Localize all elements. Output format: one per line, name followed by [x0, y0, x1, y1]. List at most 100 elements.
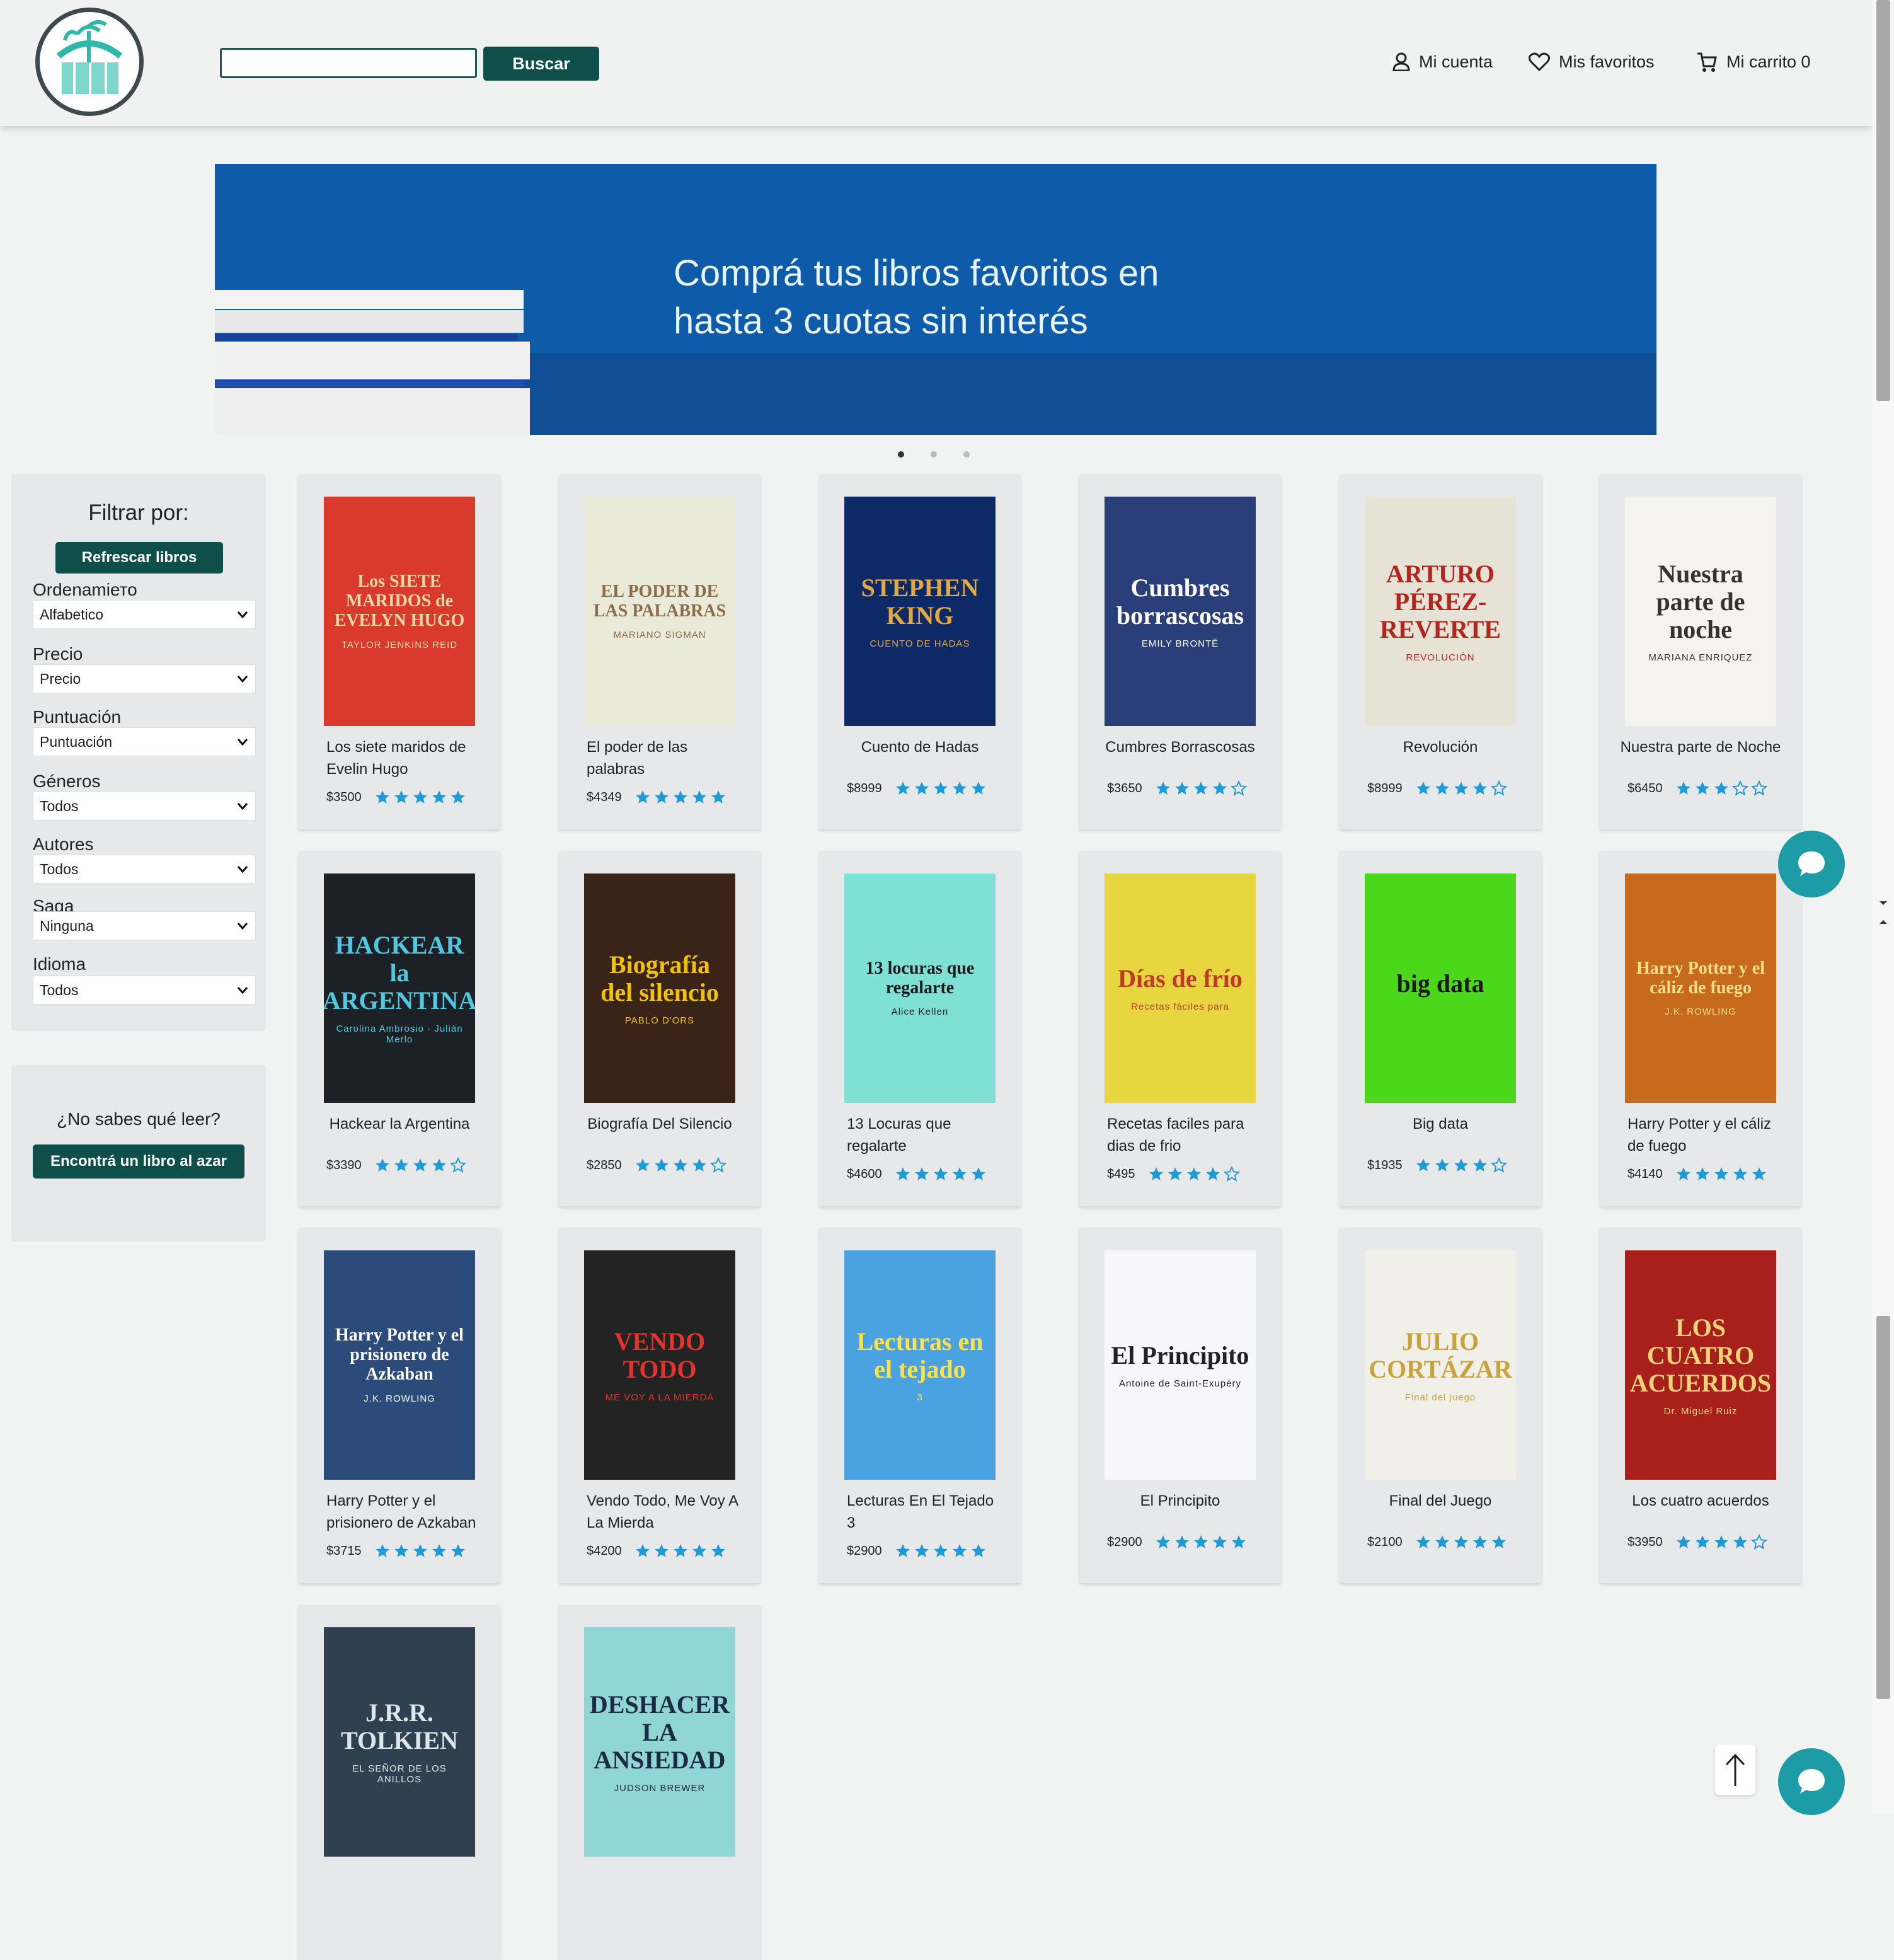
star-filled-icon: [1733, 1535, 1747, 1548]
book-cover[interactable]: Los SIETE MARIDOS de EVELYN HUGO TAYLOR J…: [324, 497, 475, 726]
rating-select[interactable]: Puntuación: [33, 727, 256, 756]
book-title[interactable]: Recetas faciles para dias de frio: [1107, 1113, 1265, 1157]
book-cover[interactable]: big data: [1365, 873, 1516, 1103]
star-filled-icon: [1435, 1158, 1449, 1172]
language-select[interactable]: Todos: [33, 976, 256, 1005]
search-button[interactable]: Buscar: [483, 47, 599, 81]
book-cover[interactable]: Harry Potter y el cáliz de fuego J.K. ROW…: [1625, 873, 1776, 1103]
book-card[interactable]: JULIO CORTÁZAR Final del juego Final del J…: [1340, 1228, 1541, 1583]
book-cover[interactable]: VENDO TODO ME VOY A LA MIERDA: [584, 1250, 735, 1480]
book-title[interactable]: Los cuatro acuerdos: [1612, 1490, 1789, 1512]
book-cover[interactable]: Lecturas en el tejado 3: [844, 1250, 996, 1480]
book-card[interactable]: VENDO TODO ME VOY A LA MIERDA Vendo Todo, …: [559, 1228, 760, 1583]
book-title[interactable]: Harry Potter y el cáliz de fuego: [1627, 1113, 1785, 1157]
star-filled-icon: [1454, 1158, 1468, 1172]
sort-select[interactable]: Alfabetico: [33, 600, 256, 629]
book-cover[interactable]: Harry Potter y el prisionero de Azkaban J…: [324, 1250, 475, 1480]
book-cover[interactable]: EL PODER DE LAS PALABRAS MARIANO SIGMAN: [584, 497, 735, 726]
book-title[interactable]: Revolución: [1352, 736, 1529, 758]
account-link[interactable]: Mi cuenta: [1392, 44, 1493, 79]
book-card[interactable]: Biografía del silencio PABLO D'ORS Biograf…: [559, 851, 760, 1206]
book-card[interactable]: El Principito Antoine de Saint-Exupéry El …: [1079, 1228, 1281, 1583]
book-title[interactable]: Biografía Del Silencio: [571, 1113, 748, 1135]
cover-title: ARTURO PÉREZ-REVERTE: [1380, 559, 1501, 643]
authors-select[interactable]: Todos: [33, 855, 256, 884]
search-input[interactable]: [220, 48, 477, 78]
book-meta: $4200: [587, 1543, 726, 1559]
book-cover[interactable]: J.R.R. TOLKIEN EL SEÑOR DE LOS ANILLOS: [324, 1627, 475, 1857]
book-title[interactable]: 13 Locuras que regalarte: [847, 1113, 1004, 1157]
book-cover[interactable]: Cumbres borrascosas EMILY BRONTË: [1105, 497, 1256, 726]
star-filled-icon: [933, 1167, 948, 1180]
star-filled-icon: [914, 1544, 929, 1557]
scrollbar-thumb[interactable]: [1876, 1316, 1890, 1699]
book-title[interactable]: Harry Potter y el prisionero de Azkaban: [326, 1490, 484, 1534]
book-title[interactable]: Los siete maridos de Evelin Hugo: [326, 736, 484, 780]
book-price: $4200: [587, 1543, 622, 1558]
price-select[interactable]: Precio: [33, 664, 256, 693]
book-card[interactable]: Nuestra parte de noche MARIANA ENRIQUEZ Nu…: [1600, 474, 1801, 829]
book-card[interactable]: Días de frío Recetas fáciles para Recetas …: [1079, 851, 1281, 1206]
book-title[interactable]: Big data: [1352, 1113, 1529, 1135]
book-title[interactable]: Cuento de Hadas: [832, 736, 1008, 758]
carousel-dot[interactable]: [898, 451, 904, 458]
book-cover[interactable]: HACKEAR la ARGENTINA Carolina Ambrosio · …: [324, 873, 475, 1103]
page-scrollbar[interactable]: [1873, 0, 1894, 1813]
chat-button[interactable]: [1778, 1748, 1845, 1815]
book-card[interactable]: Cumbres borrascosas EMILY BRONTË Cumbres B…: [1079, 474, 1281, 829]
book-card[interactable]: HACKEAR la ARGENTINA Carolina Ambrosio · …: [299, 851, 500, 1206]
saga-select[interactable]: Ninguna: [33, 911, 256, 940]
book-title[interactable]: El Principito: [1092, 1490, 1268, 1512]
refresh-books-button[interactable]: Refrescar libros: [55, 542, 223, 574]
book-title[interactable]: Cumbres Borrascosas: [1092, 736, 1268, 758]
book-card[interactable]: big data Big data $1935: [1340, 851, 1541, 1206]
star-filled-icon: [635, 1544, 650, 1557]
book-title[interactable]: Nuestra parte de Noche: [1612, 736, 1789, 758]
book-card[interactable]: Lecturas en el tejado 3 Lecturas En El Tej…: [819, 1228, 1021, 1583]
book-card[interactable]: J.R.R. TOLKIEN EL SEÑOR DE LOS ANILLOS: [299, 1605, 500, 1960]
book-cover[interactable]: El Principito Antoine de Saint-Exupéry: [1105, 1250, 1256, 1480]
chat-button[interactable]: [1778, 831, 1845, 897]
book-card[interactable]: EL PODER DE LAS PALABRAS MARIANO SIGMAN El…: [559, 474, 760, 829]
book-card[interactable]: Harry Potter y el prisionero de Azkaban J…: [299, 1228, 500, 1583]
book-card[interactable]: 13 locuras que regalarte Alice Kellen 13 L…: [819, 851, 1021, 1206]
book-card[interactable]: Los SIETE MARIDOS de EVELYN HUGO TAYLOR J…: [299, 474, 500, 829]
book-cover[interactable]: Nuestra parte de noche MARIANA ENRIQUEZ: [1625, 497, 1776, 726]
book-card[interactable]: STEPHEN KING CUENTO DE HADAS Cuento de Had…: [819, 474, 1021, 829]
genres-label: Géneros: [33, 771, 101, 791]
sort-label: Ordenamiето: [33, 580, 137, 599]
scrollbar-thumb[interactable]: [1876, 0, 1890, 401]
promo-banner[interactable]: Comprá tus libros favoritos en hasta 3 c…: [215, 164, 1656, 435]
carousel-dot[interactable]: [931, 451, 937, 458]
star-filled-icon: [1472, 1535, 1487, 1548]
store-logo[interactable]: [35, 8, 144, 116]
book-card[interactable]: ARTURO PÉREZ-REVERTE REVOLUCIÓN Revolución…: [1340, 474, 1541, 829]
scroll-top-button[interactable]: [1715, 1744, 1755, 1795]
cover-title: Los SIETE MARIDOS de EVELYN HUGO: [334, 572, 465, 630]
book-cover[interactable]: ARTURO PÉREZ-REVERTE REVOLUCIÓN: [1365, 497, 1516, 726]
book-card[interactable]: Harry Potter y el cáliz de fuego J.K. ROW…: [1600, 851, 1801, 1206]
book-title[interactable]: Lecturas En El Tejado 3: [847, 1490, 1004, 1534]
chevron-down-icon: [237, 676, 248, 683]
book-cover[interactable]: Días de frío Recetas fáciles para: [1105, 873, 1256, 1103]
book-card[interactable]: DESHACER LA ANSIEDAD JUDSON BREWER: [559, 1605, 760, 1960]
cover-author: JUDSON BREWER: [614, 1782, 706, 1794]
book-card[interactable]: LOS CUATRO ACUERDOS Dr. Miguel Ruiz Los cu…: [1600, 1228, 1801, 1583]
book-cover[interactable]: DESHACER LA ANSIEDAD JUDSON BREWER: [584, 1627, 735, 1857]
random-book-button[interactable]: Encontrá un libro al azar: [33, 1144, 244, 1179]
book-cover[interactable]: STEPHEN KING CUENTO DE HADAS: [844, 497, 996, 726]
book-meta: $3650: [1107, 780, 1247, 797]
book-cover[interactable]: JULIO CORTÁZAR Final del juego: [1365, 1250, 1516, 1480]
book-cover[interactable]: 13 locuras que regalarte Alice Kellen: [844, 873, 996, 1103]
carousel-dot[interactable]: [963, 451, 970, 458]
book-title[interactable]: El poder de las palabras: [587, 736, 744, 780]
book-title[interactable]: Vendo Todo, Me Voy A La Mierda: [587, 1490, 744, 1534]
genres-select[interactable]: Todos: [33, 792, 256, 821]
book-cover[interactable]: LOS CUATRO ACUERDOS Dr. Miguel Ruiz: [1625, 1250, 1776, 1480]
cart-link[interactable]: Mi carrito 0: [1696, 44, 1811, 79]
book-title[interactable]: Final del Juego: [1352, 1490, 1529, 1512]
favorites-link[interactable]: Mis favoritos: [1529, 44, 1655, 79]
book-title[interactable]: Hackear la Argentina: [311, 1113, 488, 1135]
book-grid: Los SIETE MARIDOS de EVELYN HUGO TAYLOR J…: [299, 474, 1802, 1960]
book-cover[interactable]: Biografía del silencio PABLO D'ORS: [584, 873, 735, 1103]
